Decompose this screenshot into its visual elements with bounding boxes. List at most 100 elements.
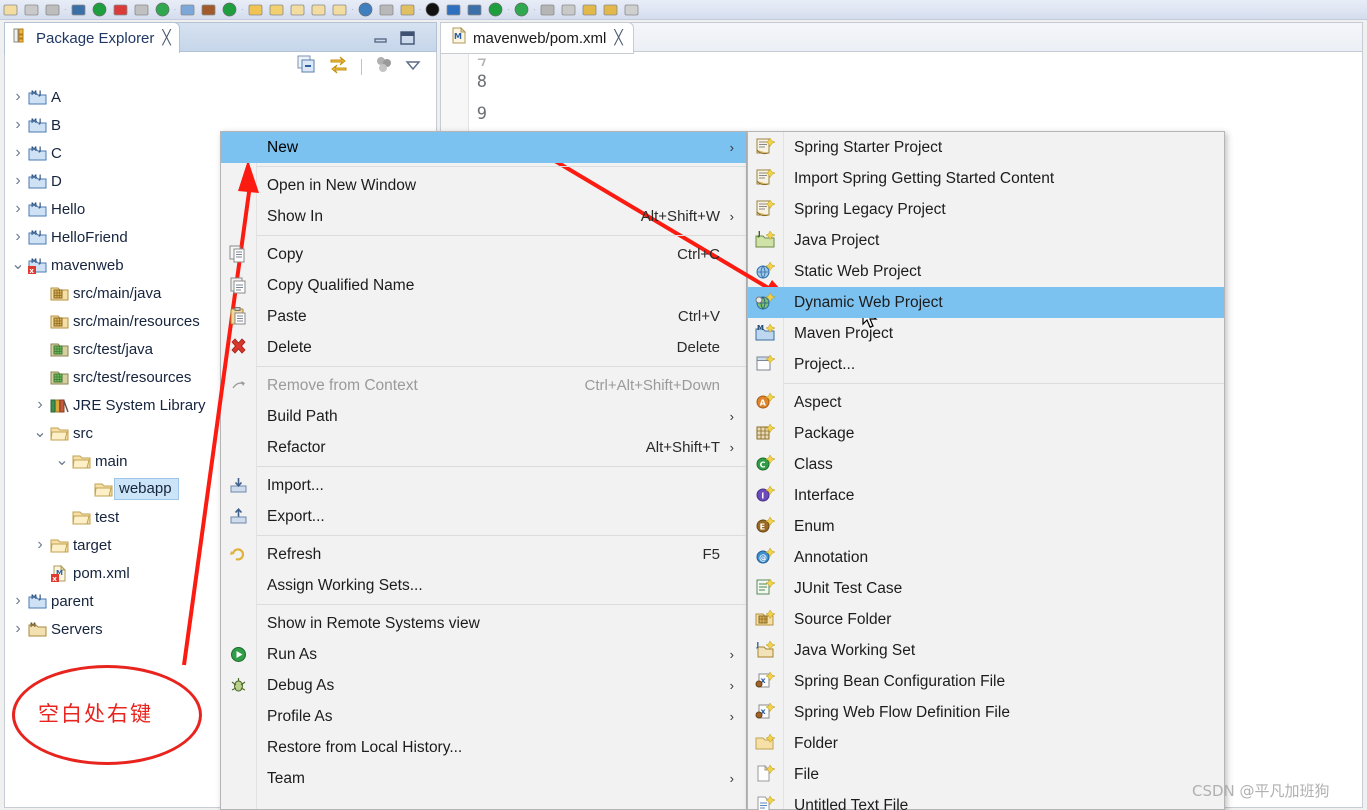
close-icon[interactable]: ╳ <box>162 30 170 46</box>
chevron-down-icon[interactable]: ⌄ <box>53 453 71 469</box>
menu-item-delete[interactable]: Delete Delete <box>221 332 746 363</box>
calendar-icon[interactable] <box>540 2 555 17</box>
submenu-item-aspect[interactable]: A Aspect <box>748 387 1224 418</box>
circle-black-icon[interactable] <box>425 2 440 17</box>
submenu-item-junit-test-case[interactable]: JUnit Test Case <box>748 573 1224 604</box>
menu-item-label: Export... <box>267 507 325 525</box>
menu-item-label: Open in New Window <box>267 176 417 194</box>
submenu-item-project[interactable]: Project... <box>748 349 1224 380</box>
context-menu[interactable]: New › Open in New Window Show In Alt+Shift+W… <box>220 131 747 810</box>
run-green-icon[interactable] <box>155 2 170 17</box>
menu-item-debug-as[interactable]: Debug As › <box>221 670 746 701</box>
chevron-right-icon[interactable]: › <box>9 144 27 162</box>
wrench-icon[interactable] <box>467 2 482 17</box>
arrow-down-1-icon[interactable] <box>582 2 597 17</box>
folder-alt-icon[interactable] <box>332 2 347 17</box>
library-icon[interactable] <box>201 2 216 17</box>
tree-item-a[interactable]: › M JA <box>5 83 436 111</box>
chevron-down-icon[interactable]: ⌄ <box>31 425 49 441</box>
menu-item-profile-as[interactable]: Profile As › <box>221 701 746 732</box>
maven-project-icon: M J <box>27 88 49 107</box>
folder-yellow-icon[interactable] <box>248 2 263 17</box>
run-debug-icon[interactable] <box>92 2 107 17</box>
submenu-item-folder[interactable]: Folder <box>748 728 1224 759</box>
menu-item-copy-qualified-name[interactable]: Copy Qualified Name <box>221 270 746 301</box>
submenu-item-interface[interactable]: I Interface <box>748 480 1224 511</box>
submenu-item-class[interactable]: C Class <box>748 449 1224 480</box>
menu-item-import[interactable]: Import... <box>221 470 746 501</box>
submenu-item-static-web-project[interactable]: Static Web Project <box>748 256 1224 287</box>
view-menu-icon[interactable] <box>405 58 422 77</box>
tag-icon[interactable] <box>400 2 415 17</box>
chevron-right-icon[interactable]: › <box>9 200 27 218</box>
new-submenu[interactable]: Spring Starter Project Import Spring Get… <box>747 131 1225 810</box>
bird-blue-icon[interactable] <box>446 2 461 17</box>
code-line: 7 <box>441 50 1341 66</box>
folder-open-icon[interactable] <box>290 2 305 17</box>
home-icon[interactable] <box>45 2 60 17</box>
collapse-all-icon[interactable] <box>297 55 316 79</box>
chevron-right-icon[interactable]: › <box>9 228 27 246</box>
refresh-green-icon[interactable] <box>514 2 529 17</box>
folder-plain-icon[interactable] <box>311 2 326 17</box>
link-with-editor-icon[interactable] <box>328 55 349 79</box>
menu-item-team[interactable]: Team › <box>221 763 746 794</box>
submenu-item-untitled-text-file[interactable]: Untitled Text File <box>748 790 1224 810</box>
book-icon[interactable] <box>24 2 39 17</box>
chevron-right-icon[interactable]: › <box>9 592 27 610</box>
menu-item-refactor[interactable]: Refactor Alt+Shift+T › <box>221 432 746 463</box>
focus-icon[interactable] <box>374 55 393 79</box>
submenu-item-spring-legacy-project[interactable]: Spring Legacy Project <box>748 194 1224 225</box>
submenu-item-source-folder[interactable]: Source Folder <box>748 604 1224 635</box>
chevron-right-icon[interactable]: › <box>9 172 27 190</box>
submenu-item-dynamic-web-project[interactable]: Dynamic Web Project <box>748 287 1224 318</box>
run-icon[interactable] <box>488 2 503 17</box>
menu-item-show-in-remote-systems-view[interactable]: Show in Remote Systems view <box>221 608 746 639</box>
submenu-item-file[interactable]: File <box>748 759 1224 790</box>
globe-icon[interactable] <box>358 2 373 17</box>
menu-item-restore-from-local-history[interactable]: Restore from Local History... <box>221 732 746 763</box>
arrow-right-icon[interactable] <box>624 2 639 17</box>
chevron-down-icon[interactable]: ⌄ <box>9 257 27 273</box>
chevron-right-icon[interactable]: › <box>31 536 49 554</box>
chevron-right-icon[interactable]: › <box>9 620 27 638</box>
submenu-item-import-spring-getting-started-content[interactable]: Import Spring Getting Started Content <box>748 163 1224 194</box>
chevron-right-icon[interactable]: › <box>31 396 49 414</box>
arrow-down-2-icon[interactable] <box>603 2 618 17</box>
menu-item-build-path[interactable]: Build Path › <box>221 401 746 432</box>
menu-item-export[interactable]: Export... <box>221 501 746 532</box>
menu-item-copy[interactable]: Copy Ctrl+C <box>221 239 746 270</box>
tab-pom-xml[interactable]: M mavenweb/pom.xml ╳ <box>441 23 633 53</box>
submenu-item-package[interactable]: Package <box>748 418 1224 449</box>
maximize-icon[interactable] <box>400 31 416 45</box>
submenu-item-java-working-set[interactable]: J Java Working Set <box>748 635 1224 666</box>
menu-item-run-as[interactable]: Run As › <box>221 639 746 670</box>
console-icon[interactable] <box>134 2 149 17</box>
submenu-item-spring-bean-configuration-file[interactable]: x Spring Bean Configuration File <box>748 666 1224 697</box>
close-icon[interactable]: ╳ <box>614 30 622 46</box>
submenu-item-maven-project[interactable]: M Maven Project <box>748 318 1224 349</box>
submenu-item-spring-web-flow-definition-file[interactable]: x Spring Web Flow Definition File <box>748 697 1224 728</box>
stop-icon[interactable] <box>113 2 128 17</box>
export-icon[interactable] <box>180 2 195 17</box>
triangle-icon[interactable] <box>379 2 394 17</box>
submenu-item-enum[interactable]: E Enum <box>748 511 1224 542</box>
menu-item-assign-working-sets[interactable]: Assign Working Sets... <box>221 570 746 601</box>
menu-item-open-in-new-window[interactable]: Open in New Window <box>221 170 746 201</box>
chevron-right-icon[interactable]: › <box>9 116 27 134</box>
tab-package-explorer[interactable]: Package Explorer ╳ <box>5 23 179 53</box>
menu-item-refresh[interactable]: Refresh F5 <box>221 539 746 570</box>
flag-icon[interactable] <box>561 2 576 17</box>
submenu-item-java-project[interactable]: J Java Project <box>748 225 1224 256</box>
menu-item-new[interactable]: New › <box>221 132 746 163</box>
minimize-icon[interactable] <box>373 31 389 45</box>
bird-icon[interactable] <box>71 2 86 17</box>
folder-icon[interactable] <box>3 2 18 17</box>
menu-item-paste[interactable]: Paste Ctrl+V <box>221 301 746 332</box>
submenu-item-annotation[interactable]: @ Annotation <box>748 542 1224 573</box>
menu-item-show-in[interactable]: Show In Alt+Shift+W › <box>221 201 746 232</box>
folder-pencil-icon[interactable] <box>269 2 284 17</box>
submenu-item-spring-starter-project[interactable]: Spring Starter Project <box>748 132 1224 163</box>
validate-icon[interactable] <box>222 2 237 17</box>
chevron-right-icon[interactable]: › <box>9 88 27 106</box>
